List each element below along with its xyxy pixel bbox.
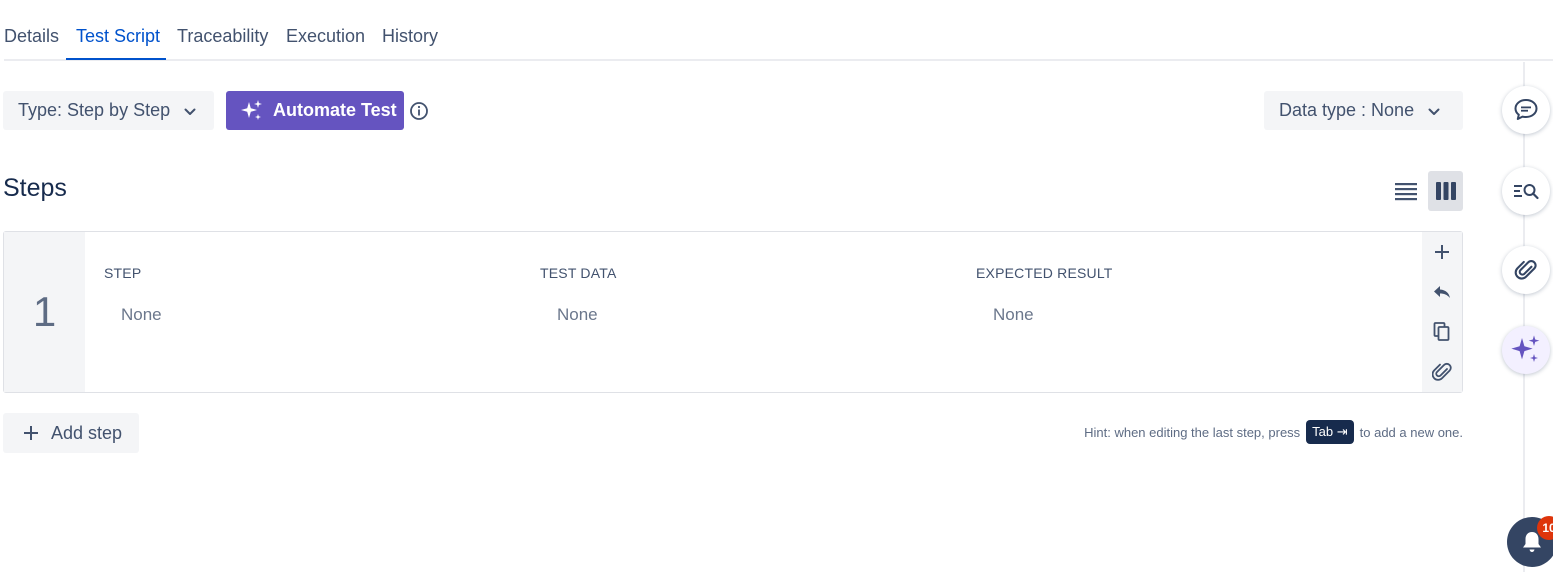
active-tab-indicator	[66, 58, 166, 60]
side-rail-line	[1523, 62, 1525, 572]
columns-view-toggle[interactable]	[1428, 171, 1463, 211]
list-search-icon	[1514, 184, 1539, 200]
test-type-dropdown[interactable]: Type: Step by Step	[3, 91, 214, 130]
attach-to-step-button[interactable]	[1430, 360, 1454, 384]
step-column-header: STEP	[104, 265, 142, 281]
tab-execution[interactable]: Execution	[286, 26, 365, 47]
expected-result-column-header: EXPECTED RESULT	[976, 265, 1113, 281]
add-step-button[interactable]: Add step	[3, 413, 139, 453]
chevron-down-icon	[1428, 100, 1440, 121]
tab-details[interactable]: Details	[4, 26, 59, 47]
step-card: 1 STEP None TEST DATA None EXPECTED RESU…	[3, 231, 1463, 393]
copy-icon	[1433, 322, 1450, 341]
steps-heading: Steps	[3, 174, 67, 202]
paperclip-icon	[1514, 260, 1537, 280]
plus-icon	[24, 426, 38, 440]
keyboard-hint: Hint: when editing the last step, press …	[1084, 420, 1463, 444]
automate-test-label: Automate Test	[273, 100, 397, 120]
automate-test-button[interactable]: Automate Test	[226, 91, 404, 130]
add-step-below-button[interactable]	[1430, 240, 1454, 264]
undo-step-button[interactable]	[1430, 280, 1454, 304]
info-icon[interactable]	[409, 101, 429, 121]
tab-traceability[interactable]: Traceability	[177, 26, 268, 47]
tab-test-script[interactable]: Test Script	[76, 26, 160, 47]
step-number: 1	[4, 232, 85, 392]
data-type-label: Data type : None	[1279, 100, 1415, 120]
expected-result-field[interactable]: None	[993, 305, 1034, 325]
comment-icon	[1514, 99, 1538, 120]
test-type-label: Type: Step by Step	[18, 100, 171, 120]
test-data-field[interactable]: None	[557, 305, 598, 325]
tab-bar: Details Test Script Traceability Executi…	[4, 0, 1553, 61]
comments-button[interactable]	[1502, 86, 1550, 134]
attachments-button[interactable]	[1502, 246, 1550, 294]
hint-text-before: Hint: when editing the last step, press	[1084, 424, 1301, 440]
hint-text-after: to add a new one.	[1359, 424, 1463, 440]
paperclip-icon	[1432, 362, 1452, 381]
test-data-column-header: TEST DATA	[540, 265, 617, 281]
add-step-label: Add step	[51, 422, 123, 443]
clone-step-button[interactable]	[1430, 320, 1454, 344]
reply-icon	[1434, 286, 1450, 298]
list-view-toggle[interactable]	[1388, 171, 1424, 211]
step-field[interactable]: None	[121, 305, 162, 325]
tab-key-badge: Tab ⇥	[1306, 420, 1354, 444]
search-details-button[interactable]	[1502, 167, 1550, 215]
tab-history[interactable]: History	[382, 26, 438, 47]
sparkle-icon	[1511, 335, 1540, 362]
data-type-dropdown[interactable]: Data type : None	[1264, 91, 1463, 130]
ai-assistant-button[interactable]	[1502, 326, 1550, 374]
step-actions	[1422, 232, 1462, 392]
sparkle-icon	[241, 99, 262, 120]
plus-icon	[1435, 245, 1449, 259]
chevron-down-icon	[184, 100, 196, 121]
list-view-icon	[1395, 183, 1417, 201]
columns-view-icon	[1435, 182, 1456, 200]
